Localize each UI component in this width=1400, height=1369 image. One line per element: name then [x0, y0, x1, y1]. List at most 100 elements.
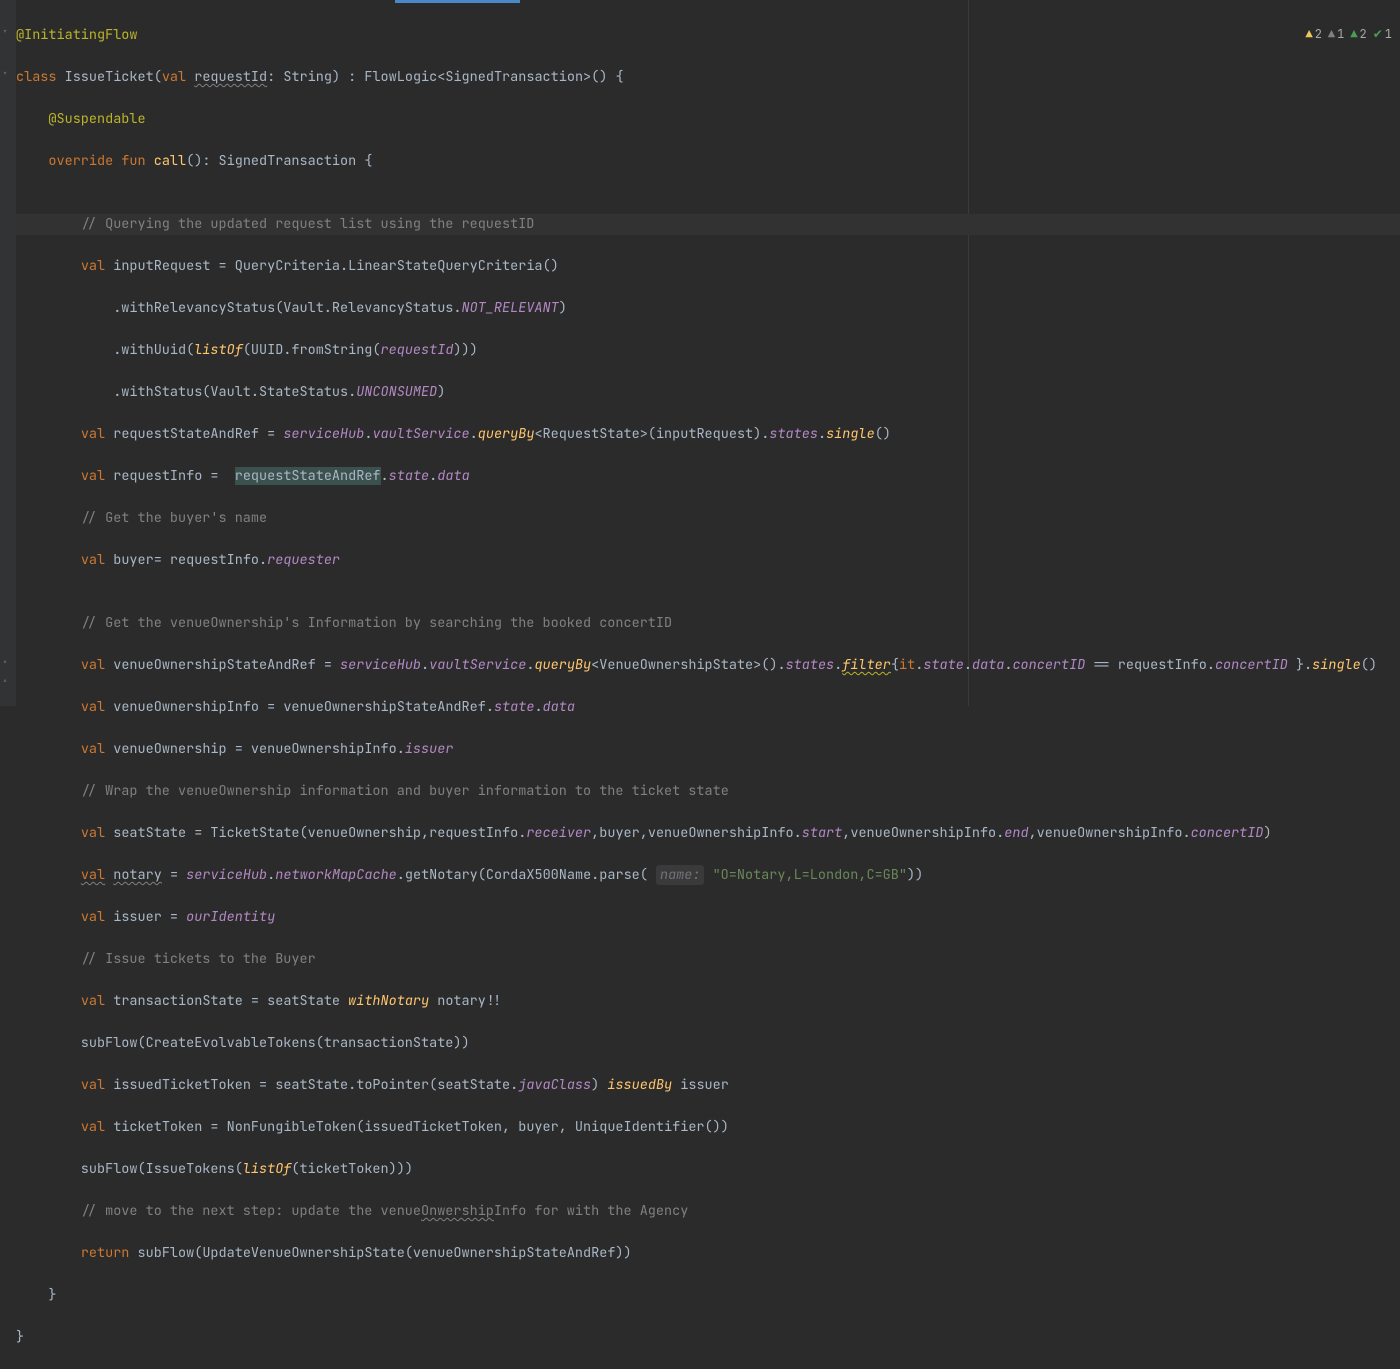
indent — [16, 551, 81, 569]
code-text: .withUuid( — [16, 341, 194, 359]
code-text: subFlow(UpdateVenueOwnershipState(venueO… — [129, 1244, 631, 1262]
comment-typo: Onwership — [421, 1202, 494, 1220]
code-text: . — [381, 467, 389, 485]
code-text: requestInfo = — [105, 467, 235, 485]
keyword: override fun — [48, 152, 145, 170]
code-text: reques — [105, 425, 162, 443]
code-text: (): SignedTransaction { — [186, 152, 372, 170]
code-text: issuedTicketToken = seatState.toPointer(… — [105, 1076, 518, 1094]
code-text: .getNotary(CordaX500Name.parse( — [397, 866, 656, 884]
indent — [16, 992, 81, 1010]
code-text: transactionState = seatState — [105, 992, 348, 1010]
code-text: IssueTicket( — [57, 68, 162, 86]
property: data — [543, 698, 575, 716]
enum-constant: UNCONSUMED — [356, 383, 437, 401]
property: data — [437, 467, 469, 485]
keyword: return — [81, 1244, 130, 1262]
property: javaClass — [518, 1076, 591, 1094]
keyword: it — [899, 656, 915, 674]
check-count: 1 — [1385, 24, 1392, 45]
comment: // move to the next step: update the ven… — [16, 1202, 421, 1220]
editor-gutter[interactable]: ▾ ▾ ▴ ▴ — [0, 0, 16, 706]
code-text: () — [875, 425, 891, 443]
code-text: : String) : FlowLogic<SignedTransaction>… — [267, 68, 623, 86]
fold-close-icon[interactable]: ▴ — [2, 676, 8, 686]
comment: // Wrap the venueOwnership information a… — [16, 782, 729, 800]
code-text: .withStatus(Vault.StateStatus. — [16, 383, 356, 401]
property: data — [972, 656, 1004, 674]
indent — [16, 740, 81, 758]
code-text: ) — [1263, 824, 1271, 842]
code-text: } — [16, 1286, 57, 1304]
code-text: <VenueOwnershipState>(). — [591, 656, 785, 674]
indent — [16, 908, 81, 926]
keyword: val — [81, 467, 105, 485]
code-text: () — [1361, 656, 1377, 674]
code-text: subFlow(IssueTokens( — [16, 1160, 243, 1178]
code-text: (UUID.fromString( — [243, 341, 381, 359]
comment: // Issue tickets to the Buyer — [16, 950, 316, 968]
keyword: val — [81, 551, 105, 569]
code-text: ))) — [453, 341, 477, 359]
enum-constant: NOT_RELEVANT — [462, 299, 559, 317]
keyword: val — [81, 257, 105, 275]
keyword: val — [81, 740, 105, 758]
fold-open-icon[interactable]: ▾ — [2, 69, 8, 79]
code-text: }. — [1288, 656, 1312, 674]
indent — [16, 1244, 81, 1262]
annotation: @Suspendable — [16, 110, 146, 128]
code-editor[interactable]: @InitiatingFlow class IssueTicket( val re… — [16, 4, 1377, 1369]
property: receiver — [526, 824, 591, 842]
code-text: ,venueOwnershipInfo. — [842, 824, 1004, 842]
indent — [16, 1118, 81, 1136]
code-text: )) — [907, 866, 923, 884]
builtin-function: listOf — [243, 1160, 292, 1178]
code-text: venueOwnership = venueOwnershipInfo. — [105, 740, 405, 758]
keyword: val — [81, 1118, 105, 1136]
selected-text: requestStateAndRef — [235, 467, 381, 485]
property: serviceHub — [186, 866, 267, 884]
code-text — [105, 866, 113, 884]
keyword: val — [81, 824, 105, 842]
code-text: ,venueOwnershipInfo. — [1029, 824, 1191, 842]
code-text: venueOwnershipInfo = venueOwnershipState… — [105, 698, 494, 716]
fold-open-icon[interactable]: ▾ — [2, 27, 8, 37]
code-text: (ticketToken))) — [291, 1160, 413, 1178]
string-literal: "O=Notary,L=London,C=GB" — [713, 866, 907, 884]
code-text: issuer = — [105, 908, 186, 926]
property: state — [923, 656, 964, 674]
property: vaultService — [372, 425, 469, 443]
code-text: . — [421, 656, 429, 674]
code-text: inputRequest = QueryCriteria.LinearState… — [105, 257, 559, 275]
comment: Info for with the Agency — [494, 1202, 688, 1220]
code-text: notary!! — [429, 992, 502, 1010]
property: networkMapCache — [275, 866, 397, 884]
builtin-function: listOf — [194, 341, 243, 359]
extension-function: queryBy — [534, 656, 591, 674]
parameter: requestId — [194, 68, 267, 86]
annotation: @InitiatingFlow — [16, 26, 138, 44]
property: requester — [267, 551, 340, 569]
property: serviceHub — [340, 656, 421, 674]
indent — [16, 824, 81, 842]
fold-close-icon[interactable]: ▴ — [2, 657, 8, 667]
property: ourIdentity — [186, 908, 275, 926]
keyword: val — [81, 425, 105, 443]
property: concertID — [1191, 824, 1264, 842]
indent — [16, 152, 48, 170]
keyword: val — [81, 992, 105, 1010]
active-tab-indicator — [395, 0, 520, 3]
code-text: ticketToken = NonFungibleToken(issuedTic… — [105, 1118, 729, 1136]
property: state — [389, 467, 430, 485]
keyword: class — [16, 68, 57, 86]
code-text: ) — [559, 299, 567, 317]
indent — [16, 1076, 81, 1094]
code-text: . — [470, 425, 478, 443]
indent — [16, 656, 81, 674]
indent — [16, 467, 81, 485]
keyword: val — [81, 866, 105, 884]
indent — [16, 425, 81, 443]
code-text: tStateAndRef = — [162, 425, 284, 443]
indent — [16, 257, 81, 275]
code-text: ) — [437, 383, 445, 401]
